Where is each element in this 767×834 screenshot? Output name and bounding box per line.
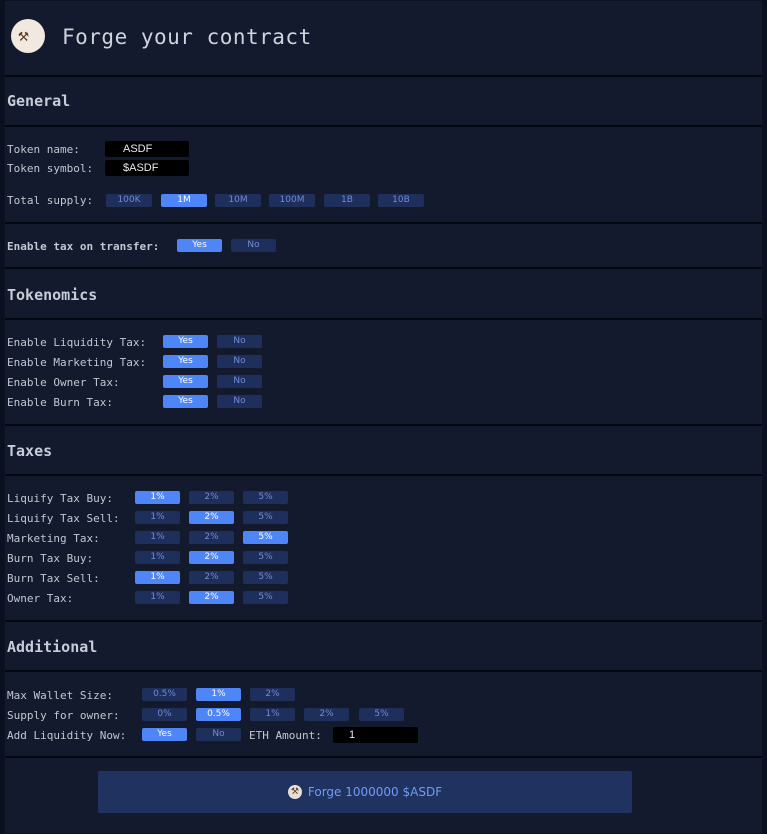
marketing-tax-label: Enable Marketing Tax: xyxy=(7,356,147,369)
marketing-tax-no-button[interactable]: No xyxy=(217,355,262,368)
enable-tax-no-button[interactable]: No xyxy=(231,239,276,252)
section-title-taxes: Taxes xyxy=(7,442,53,460)
divider xyxy=(5,125,762,127)
liquify-tax-buy-5-button[interactable]: 5% xyxy=(243,491,288,504)
eth-amount-label: ETH Amount: xyxy=(249,729,322,742)
max-wallet-2-button[interactable]: 2% xyxy=(250,688,295,701)
divider xyxy=(5,424,762,426)
max-wallet-label: Max Wallet Size: xyxy=(7,689,113,702)
owner-tax-1-button[interactable]: 1% xyxy=(135,591,180,604)
burn-tax-yes-button[interactable]: Yes xyxy=(163,395,208,408)
burn-tax-sell-2-button[interactable]: 2% xyxy=(189,571,234,584)
owner-tax-no-button[interactable]: No xyxy=(217,375,262,388)
marketing-tax-rate-label: Marketing Tax: xyxy=(7,532,100,545)
liquify-tax-buy-2-button[interactable]: 2% xyxy=(189,491,234,504)
max-wallet-0-5-button[interactable]: 0.5% xyxy=(142,688,187,701)
token-symbol-label: Token symbol: xyxy=(7,162,94,175)
contract-forge-panel: ⚒ Forge your contract General Token name… xyxy=(4,0,763,834)
max-wallet-1-button[interactable]: 1% xyxy=(196,688,241,701)
token-name-input[interactable] xyxy=(105,141,189,157)
marketing-tax-2-button[interactable]: 2% xyxy=(189,531,234,544)
divider xyxy=(5,670,762,672)
owner-tax-5-button[interactable]: 5% xyxy=(243,591,288,604)
owner-tax-2-button[interactable]: 2% xyxy=(189,591,234,604)
add-liquidity-yes-button[interactable]: Yes xyxy=(142,728,187,741)
marketing-tax-yes-button[interactable]: Yes xyxy=(163,355,208,368)
liquidity-tax-yes-button[interactable]: Yes xyxy=(163,335,208,348)
owner-tax-yes-button[interactable]: Yes xyxy=(163,375,208,388)
anvil-hammer-icon: ⚒ xyxy=(287,785,302,799)
enable-tax-label: Enable tax on transfer: xyxy=(7,240,160,253)
divider xyxy=(5,75,762,77)
supply-owner-1-button[interactable]: 1% xyxy=(250,708,295,721)
burn-tax-no-button[interactable]: No xyxy=(217,395,262,408)
divider xyxy=(5,222,762,224)
burn-tax-label: Enable Burn Tax: xyxy=(7,396,113,409)
divider xyxy=(5,474,762,476)
burn-tax-sell-label: Burn Tax Sell: xyxy=(7,572,100,585)
marketing-tax-1-button[interactable]: 1% xyxy=(135,531,180,544)
divider xyxy=(5,620,762,622)
add-liquidity-no-button[interactable]: No xyxy=(196,728,241,741)
token-name-label: Token name: xyxy=(7,143,80,156)
burn-tax-buy-5-button[interactable]: 5% xyxy=(243,551,288,564)
supply-owner-2-button[interactable]: 2% xyxy=(304,708,349,721)
section-title-tokenomics: Tokenomics xyxy=(7,286,98,304)
supply-option-10m[interactable]: 10M xyxy=(215,194,261,207)
liquify-tax-sell-1-button[interactable]: 1% xyxy=(135,511,180,524)
liquidity-tax-label: Enable Liquidity Tax: xyxy=(7,336,147,349)
section-title-general: General xyxy=(7,92,71,110)
divider xyxy=(5,756,762,758)
burn-tax-buy-1-button[interactable]: 1% xyxy=(135,551,180,564)
add-liquidity-label: Add Liquidity Now: xyxy=(7,729,127,742)
header: ⚒ Forge your contract xyxy=(5,1,762,75)
supply-owner-0-button[interactable]: 0% xyxy=(142,708,187,721)
supply-owner-0-5-button[interactable]: 0.5% xyxy=(196,708,241,721)
forge-button-label: Forge 1000000 $ASDF xyxy=(307,785,443,799)
section-title-additional: Additional xyxy=(7,638,98,656)
owner-tax-rate-label: Owner Tax: xyxy=(7,592,74,605)
forge-button[interactable]: ⚒ Forge 1000000 $ASDF xyxy=(98,771,632,813)
supply-owner-5-button[interactable]: 5% xyxy=(359,708,404,721)
anvil-hammer-logo: ⚒ xyxy=(11,19,45,53)
burn-tax-buy-label: Burn Tax Buy: xyxy=(7,552,94,565)
supply-option-10b[interactable]: 10B xyxy=(378,194,424,207)
enable-tax-yes-button[interactable]: Yes xyxy=(177,239,222,252)
supply-owner-label: Supply for owner: xyxy=(7,709,120,722)
total-supply-label: Total supply: xyxy=(7,194,94,207)
eth-amount-input[interactable] xyxy=(333,727,418,743)
liquify-tax-buy-label: Liquify Tax Buy: xyxy=(7,492,113,505)
burn-tax-sell-5-button[interactable]: 5% xyxy=(243,571,288,584)
marketing-tax-5-button[interactable]: 5% xyxy=(243,531,288,544)
supply-option-100k[interactable]: 100K xyxy=(106,194,152,207)
supply-option-1b[interactable]: 1B xyxy=(324,194,370,207)
liquify-tax-buy-1-button[interactable]: 1% xyxy=(135,491,180,504)
liquify-tax-sell-2-button[interactable]: 2% xyxy=(189,511,234,524)
owner-tax-label: Enable Owner Tax: xyxy=(7,376,120,389)
liquify-tax-sell-label: Liquify Tax Sell: xyxy=(7,512,120,525)
liquidity-tax-no-button[interactable]: No xyxy=(217,335,262,348)
liquify-tax-sell-5-button[interactable]: 5% xyxy=(243,511,288,524)
page-title: Forge your contract xyxy=(62,25,312,49)
divider xyxy=(5,267,762,269)
supply-option-1m[interactable]: 1M xyxy=(161,194,207,207)
supply-option-100m[interactable]: 100M xyxy=(269,194,315,207)
divider xyxy=(5,318,762,320)
token-symbol-input[interactable] xyxy=(105,160,189,176)
burn-tax-sell-1-button[interactable]: 1% xyxy=(135,571,180,584)
burn-tax-buy-2-button[interactable]: 2% xyxy=(189,551,234,564)
